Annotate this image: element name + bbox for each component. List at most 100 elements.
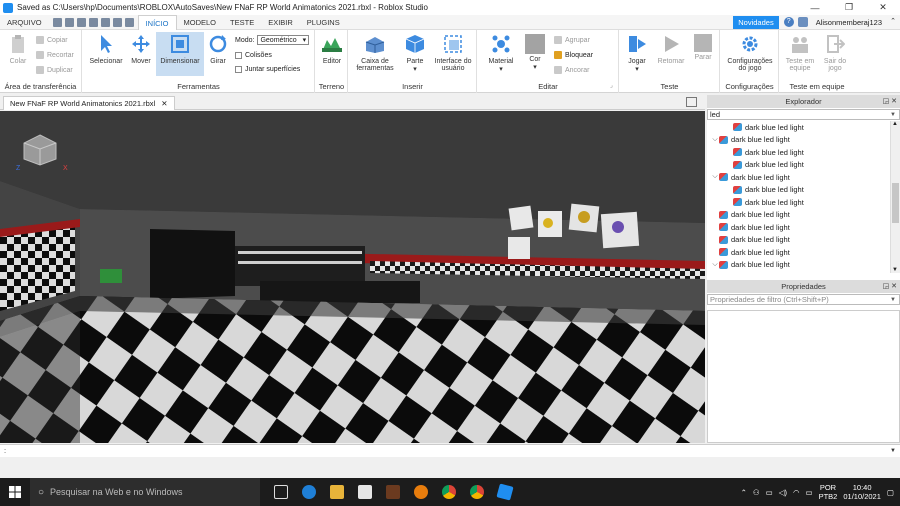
copy-button[interactable]: Copiar xyxy=(36,36,68,44)
terrain-editor-button[interactable]: Editor xyxy=(318,34,346,65)
explorer-tree-item[interactable]: dark blue led light xyxy=(707,121,900,134)
undo-icon[interactable] xyxy=(112,17,122,27)
pin-close-icon[interactable]: ◲ ✕ xyxy=(883,95,897,108)
pin-close-icon[interactable]: ◲ ✕ xyxy=(883,280,897,293)
explorer-tree-item[interactable]: dark blue led light xyxy=(707,159,900,172)
stop-button[interactable]: Parar xyxy=(690,34,716,61)
scroll-down-icon[interactable]: ▼ xyxy=(892,267,898,273)
people-icon[interactable]: ⚇ xyxy=(753,488,760,497)
open-icon[interactable] xyxy=(64,17,74,27)
chevron-up-icon[interactable]: ⌃ xyxy=(888,17,898,27)
rotate-button[interactable]: Girar xyxy=(205,34,231,65)
clock[interactable]: 10:40 01/10/2021 xyxy=(843,483,881,501)
minimize-button[interactable]: — xyxy=(798,0,832,15)
expand-arrow-icon[interactable]: ⌵ xyxy=(711,173,719,181)
maximize-viewport-icon[interactable] xyxy=(686,97,697,107)
username[interactable]: Alisonmemberaj123 xyxy=(816,18,882,27)
properties-filter-input[interactable]: Propriedades de filtro (Ctrl+Shift+P) ▼ xyxy=(707,294,900,305)
mode-select[interactable]: Geométrico ▾ xyxy=(257,35,310,45)
color-button[interactable]: Cor ▾ xyxy=(522,34,548,71)
start-button[interactable] xyxy=(0,478,30,506)
viewport-3d[interactable]: Z X xyxy=(0,111,705,443)
scene-render[interactable] xyxy=(0,111,705,443)
lock-button[interactable]: Bloquear xyxy=(554,51,593,59)
explorer-scrollbar[interactable]: ▲ ▼ xyxy=(890,121,900,273)
paste-button[interactable]: Colar xyxy=(4,34,32,65)
tab-exibir[interactable]: EXIBIR xyxy=(261,15,300,30)
tab-modelo[interactable]: MODELO xyxy=(177,15,224,30)
group-button[interactable]: Agrupar xyxy=(554,36,590,44)
view-cube[interactable] xyxy=(20,133,60,167)
select-button[interactable]: Selecionar xyxy=(87,34,125,65)
collisions-checkbox[interactable] xyxy=(235,52,242,59)
tab-teste[interactable]: TESTE xyxy=(223,15,261,30)
cut-button[interactable]: Recortar xyxy=(36,51,74,59)
file-explorer-icon[interactable] xyxy=(330,485,344,499)
roblox-studio-icon[interactable] xyxy=(496,483,514,501)
notifications-icon[interactable]: ▢ xyxy=(887,488,894,497)
tab-inicio[interactable]: INÍCIO xyxy=(137,14,177,30)
exit-game-button[interactable]: Sair do jogo xyxy=(820,34,850,72)
duplicate-button[interactable]: Duplicar xyxy=(36,66,73,74)
blender-icon[interactable] xyxy=(414,485,428,499)
chevron-up-icon[interactable]: ⌃ xyxy=(741,488,747,497)
game-settings-button[interactable]: Configurações do jogo xyxy=(723,34,777,72)
material-button[interactable]: Material ▾ xyxy=(482,34,520,73)
document-tab[interactable]: New FNaF RP World Animatonics 2021.rbxl … xyxy=(3,96,175,110)
chevron-down-icon[interactable]: ▼ xyxy=(890,445,896,457)
ribbon-expand-icon[interactable]: ⌟ xyxy=(610,82,613,89)
taskbar-search[interactable]: ○ Pesquisar na Web e no Windows xyxy=(30,478,260,506)
command-bar[interactable]: : ▼ xyxy=(0,444,900,457)
share-icon[interactable] xyxy=(797,17,808,27)
expand-arrow-icon[interactable]: ⌵ xyxy=(711,261,719,269)
move-button[interactable]: Mover xyxy=(127,34,155,65)
wifi-icon[interactable]: ◠ xyxy=(793,488,800,497)
explorer-tree-item[interactable]: dark blue led light xyxy=(707,184,900,197)
close-icon[interactable]: ✕ xyxy=(161,97,167,110)
redo-icon[interactable] xyxy=(124,17,134,27)
volume-icon[interactable]: ◁) xyxy=(779,488,787,497)
keyboard-language[interactable]: POR PTB2 xyxy=(819,483,838,501)
view-cube-icon[interactable] xyxy=(20,133,60,167)
chevron-down-icon[interactable]: ▼ xyxy=(890,110,896,120)
team-test-button[interactable]: Teste em equipe xyxy=(782,34,818,72)
task-view-icon[interactable] xyxy=(274,485,288,499)
battery-icon[interactable]: ▭ xyxy=(806,488,813,497)
restore-button[interactable]: ❐ xyxy=(832,0,866,15)
explorer-tree-item[interactable]: dark blue led light xyxy=(707,209,900,222)
scroll-up-icon[interactable]: ▲ xyxy=(892,121,898,127)
explorer-tree-item[interactable]: ⌵ dark blue led light xyxy=(707,134,900,147)
save-icon[interactable] xyxy=(52,17,62,27)
game-app-icon[interactable] xyxy=(386,485,400,499)
stop-icon[interactable] xyxy=(100,17,110,27)
tab-plugins[interactable]: PLUGINS xyxy=(300,15,347,30)
ui-button[interactable]: Interface do usuário xyxy=(432,34,474,72)
play-icon[interactable] xyxy=(88,17,98,27)
explorer-tree-item[interactable]: dark blue led light xyxy=(707,221,900,234)
join-toggle[interactable]: Juntar superfícies xyxy=(235,66,300,73)
explorer-tree-item[interactable]: dark blue led light xyxy=(707,234,900,247)
join-checkbox[interactable] xyxy=(235,66,242,73)
edge-icon[interactable] xyxy=(302,485,316,499)
explorer-tree-item[interactable]: dark blue led light xyxy=(707,246,900,259)
resume-button[interactable]: Retomar xyxy=(654,34,688,65)
store-icon[interactable] xyxy=(358,485,372,499)
expand-arrow-icon[interactable]: ⌵ xyxy=(711,136,719,144)
chevron-down-icon[interactable]: ▼ xyxy=(890,295,896,305)
help-icon[interactable]: ? xyxy=(783,17,794,27)
scrollbar-thumb[interactable] xyxy=(892,183,899,223)
collisions-toggle[interactable]: Colisões xyxy=(235,52,272,59)
publish-icon[interactable] xyxy=(76,17,86,27)
anchor-button[interactable]: Ancorar xyxy=(554,66,590,74)
scale-button[interactable]: Dimensionar xyxy=(156,32,204,76)
chrome-icon[interactable] xyxy=(442,485,456,499)
chrome-icon[interactable] xyxy=(470,485,484,499)
part-button[interactable]: Parte ▾ xyxy=(401,34,429,73)
explorer-tree-item[interactable]: ⌵ dark blue led light xyxy=(707,259,900,272)
explorer-tree-item[interactable]: ⌵ dark blue led light xyxy=(707,171,900,184)
play-button[interactable]: Jogar ▾ xyxy=(622,34,652,73)
network-icon[interactable]: ▭ xyxy=(766,488,773,497)
close-button[interactable]: ✕ xyxy=(866,0,900,15)
explorer-tree-item[interactable]: dark blue led light xyxy=(707,146,900,159)
explorer-filter-input[interactable]: led ▼ xyxy=(707,109,900,120)
